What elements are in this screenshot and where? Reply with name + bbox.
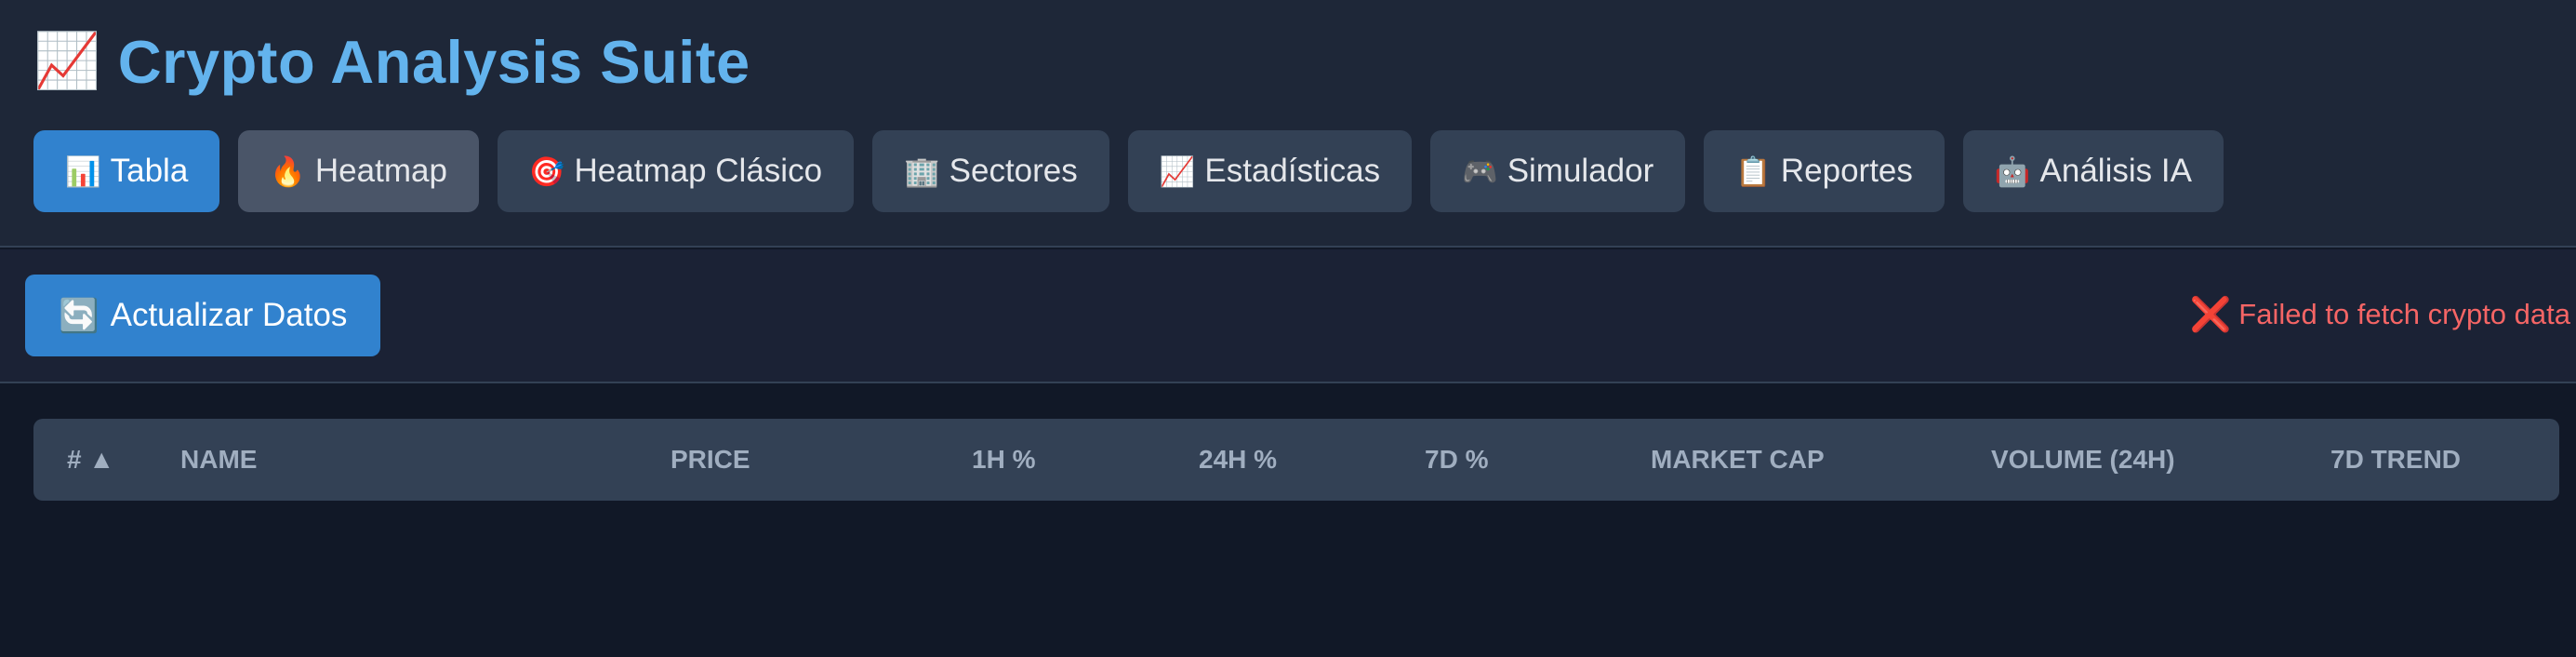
refresh-data-label: Actualizar Datos <box>110 297 348 333</box>
tab-tabla[interactable]: 📊 Tabla <box>33 130 220 212</box>
column-header-volume-24h[interactable]: VOLUME (24H) <box>1991 419 2175 501</box>
clipboard-icon: 📋 <box>1735 154 1772 188</box>
robot-icon: 🤖 <box>1994 154 2031 188</box>
fire-icon: 🔥 <box>270 154 306 188</box>
tab-estadisticas[interactable]: 📈 Estadísticas <box>1127 130 1413 212</box>
tab-label: Tabla <box>110 153 189 189</box>
column-header-24h-change[interactable]: 24H % <box>1199 419 1277 501</box>
app-title: 📈 Crypto Analysis Suite <box>33 24 750 99</box>
column-header-rank[interactable]: # ▲ <box>67 419 114 501</box>
bar-chart-icon: 📊 <box>65 154 101 188</box>
refresh-icon: 🔄 <box>59 297 100 334</box>
app-header: 📈 Crypto Analysis Suite 📊 Tabla 🔥 Heatma… <box>0 0 2576 248</box>
column-header-1h-change[interactable]: 1H % <box>972 419 1035 501</box>
toolbar: 🔄 Actualizar Datos ❌ Failed to fetch cry… <box>0 249 2576 383</box>
tab-label: Estadísticas <box>1204 153 1381 189</box>
tab-label: Heatmap <box>314 153 447 189</box>
tab-simulador[interactable]: 🎮 Simulador <box>1430 130 1686 212</box>
column-header-price[interactable]: PRICE <box>671 419 750 501</box>
error-message: ❌ Failed to fetch crypto data <box>2189 294 2570 335</box>
tab-label: Heatmap Clásico <box>574 153 823 189</box>
tab-reportes[interactable]: 📋 Reportes <box>1704 130 1945 212</box>
tab-analisis-ia[interactable]: 🤖 Análisis IA <box>1962 130 2224 212</box>
column-header-7d-change[interactable]: 7D % <box>1425 419 1488 501</box>
tab-heatmap[interactable]: 🔥 Heatmap <box>238 130 479 212</box>
office-building-icon: 🏢 <box>904 154 940 188</box>
error-icon: ❌ <box>2189 295 2232 333</box>
column-header-7d-trend[interactable]: 7D TREND <box>2330 419 2461 501</box>
table-header: # ▲ NAME PRICE 1H % 24H % 7D % MARKET CA… <box>33 419 2559 501</box>
target-icon: 🎯 <box>528 154 565 188</box>
column-header-market-cap[interactable]: MARKET CAP <box>1651 419 1825 501</box>
gamepad-icon: 🎮 <box>1462 154 1498 188</box>
chart-up-icon: 📈 <box>1159 154 1196 188</box>
refresh-data-button[interactable]: 🔄 Actualizar Datos <box>25 275 381 356</box>
tab-label: Reportes <box>1780 153 1913 189</box>
tab-heatmap-clasico[interactable]: 🎯 Heatmap Clásico <box>497 130 855 212</box>
tab-sectores[interactable]: 🏢 Sectores <box>872 130 1109 212</box>
column-header-name[interactable]: NAME <box>180 419 257 501</box>
tab-label: Análisis IA <box>2039 153 2192 189</box>
tab-label: Sectores <box>949 153 1078 189</box>
chart-up-icon: 📈 <box>33 31 101 91</box>
error-text: Failed to fetch crypto data <box>2238 298 2570 330</box>
tab-bar: 📊 Tabla 🔥 Heatmap 🎯 Heatmap Clásico 🏢 Se… <box>33 130 2224 212</box>
tab-label: Simulador <box>1507 153 1654 189</box>
app-title-text: Crypto Analysis Suite <box>117 27 750 96</box>
